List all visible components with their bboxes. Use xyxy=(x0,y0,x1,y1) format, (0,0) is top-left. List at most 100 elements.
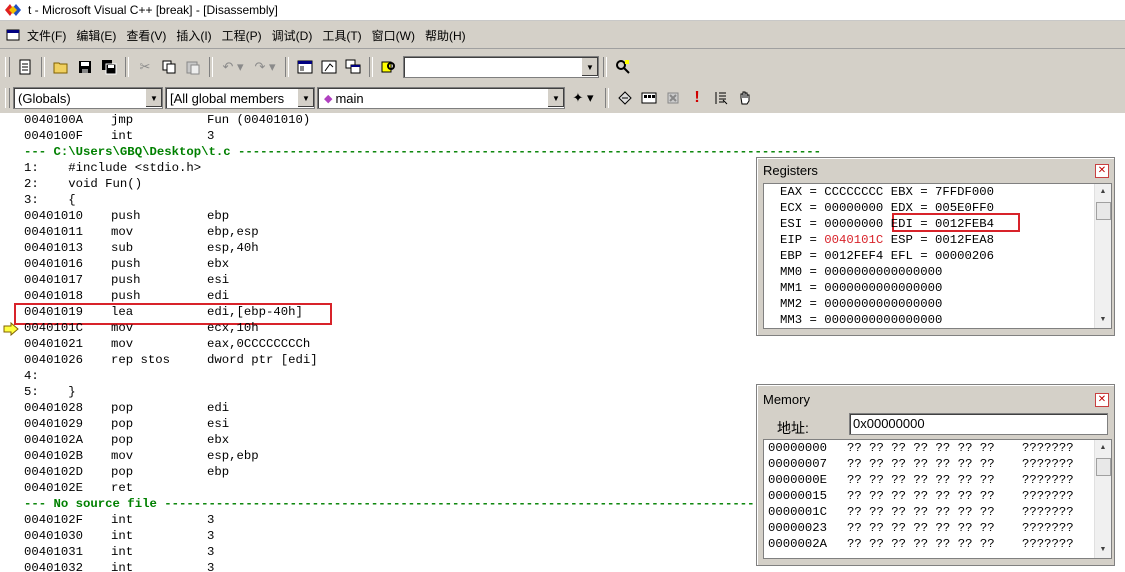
filter-combo[interactable]: [All global members ▼ xyxy=(165,87,315,109)
register-edi: EDI = 0012FEB4 xyxy=(890,217,995,231)
workspace-icon[interactable] xyxy=(295,57,315,77)
asm-mnemonic: pop xyxy=(111,465,134,479)
memory-ascii: ??????? xyxy=(1022,473,1074,487)
register-row: MM0 = 0000000000000000 xyxy=(780,264,942,280)
undo-icon[interactable]: ↶ ▾ xyxy=(219,57,247,77)
register-text: MM2 = 0000000000000000 xyxy=(780,297,943,311)
build-icon[interactable] xyxy=(639,88,659,108)
find-in-files-icon[interactable] xyxy=(379,57,399,77)
members-combo[interactable]: ◆ main ▼ xyxy=(317,87,565,109)
asm-operands: 3 xyxy=(207,513,215,527)
memory-ascii: ??????? xyxy=(1022,457,1074,471)
register-row: MM3 = 0000000000000000 xyxy=(780,312,942,328)
address-input[interactable]: 0x00000000 xyxy=(849,413,1108,435)
current-instruction-arrow-icon xyxy=(3,321,19,337)
register-text: ECX = 00000000 EDX = 005E0FF0 xyxy=(780,201,995,215)
menu-insert[interactable]: 插入(I) xyxy=(171,25,216,46)
stop-build-icon[interactable] xyxy=(663,88,683,108)
register-row: MM2 = 0000000000000000 xyxy=(780,296,942,312)
asm-address: 00401017 xyxy=(24,273,84,287)
scroll-down-icon[interactable]: ▼ xyxy=(1095,542,1111,558)
register-row: EBP = 0012FEF4 EFL = 00000206 xyxy=(780,248,994,264)
window-title: t - Microsoft Visual C++ [break] - [Disa… xyxy=(28,3,278,17)
save-all-icon[interactable] xyxy=(99,57,119,77)
toolbar-grip[interactable] xyxy=(5,57,10,77)
toolbar-grip[interactable] xyxy=(5,88,10,108)
memory-window[interactable]: Memory ✕ 地址: 0x00000000 ▲ ▼ 00000000 ?? ?… xyxy=(756,384,1115,566)
chevron-down-icon[interactable]: ▼ xyxy=(581,58,598,76)
new-file-icon[interactable] xyxy=(15,57,35,77)
menu-tools[interactable]: 工具(T) xyxy=(317,25,366,46)
open-folder-icon[interactable] xyxy=(51,57,71,77)
wizard-toolbar: (Globals) ▼ [All global members ▼ ◆ main… xyxy=(0,83,1125,114)
memory-bytes: ?? ?? ?? ?? ?? ?? ?? xyxy=(847,441,995,455)
separator xyxy=(605,88,609,108)
asm-address: 00401029 xyxy=(24,417,84,431)
memory-address: 0000001C xyxy=(768,505,828,519)
close-icon[interactable]: ✕ xyxy=(1095,164,1109,178)
memory-address: 0000002A xyxy=(768,537,828,551)
app-logo-icon xyxy=(4,3,22,17)
chevron-down-icon[interactable]: ▼ xyxy=(145,89,162,107)
compile-icon[interactable] xyxy=(615,88,635,108)
memory-body: ▲ ▼ 00000000 ?? ?? ?? ?? ?? ?? ????????? 0… xyxy=(763,439,1112,559)
find-combo[interactable]: ▼ xyxy=(403,56,599,78)
memory-ascii: ??????? xyxy=(1022,505,1074,519)
asm-operands: ebx xyxy=(207,257,230,271)
registers-scrollbar[interactable]: ▲ ▼ xyxy=(1094,184,1111,328)
title-bar: t - Microsoft Visual C++ [break] - [Disa… xyxy=(0,0,1125,21)
breakpoint-hand-icon[interactable] xyxy=(735,88,755,108)
menu-help[interactable]: 帮助(H) xyxy=(420,25,471,46)
memory-scrollbar[interactable]: ▲ ▼ xyxy=(1094,440,1111,558)
menu-window[interactable]: 窗口(W) xyxy=(367,25,420,46)
copy-icon[interactable] xyxy=(159,57,179,77)
register-text: EIP = xyxy=(780,233,825,247)
execute-icon[interactable]: ! xyxy=(687,88,707,108)
menu-file[interactable]: 文件(F) xyxy=(22,25,71,46)
registers-body: ▲ ▼ EAX = CCCCCCCC EBX = 7FFDF000 ECX = 0… xyxy=(763,183,1112,329)
cut-icon[interactable]: ✂ xyxy=(135,57,155,77)
paste-icon[interactable] xyxy=(183,57,203,77)
register-text: EAX = CCCCCCCC EBX = 7FFDF000 xyxy=(780,185,995,199)
registers-window[interactable]: Registers ✕ ▲ ▼ EAX = CCCCCCCC EBX = 7FF… xyxy=(756,157,1115,336)
output-icon[interactable] xyxy=(319,57,339,77)
class-combo[interactable]: (Globals) ▼ xyxy=(13,87,163,109)
scroll-down-icon[interactable]: ▼ xyxy=(1095,312,1111,328)
scroll-thumb[interactable] xyxy=(1096,202,1111,220)
redo-icon[interactable]: ↷ ▾ xyxy=(251,57,279,77)
scroll-up-icon[interactable]: ▲ xyxy=(1095,184,1111,200)
asm-operands: 3 xyxy=(207,529,215,543)
menu-view[interactable]: 查看(V) xyxy=(121,25,171,46)
asm-address: 00401013 xyxy=(24,241,84,255)
asm-address: 00401021 xyxy=(24,337,84,351)
function-diamond-icon: ◆ xyxy=(324,92,333,105)
asm-address: 00401018 xyxy=(24,289,84,303)
memory-ascii: ??????? xyxy=(1022,521,1074,535)
asm-operands: edi,[ebp-40h] xyxy=(207,305,303,319)
mdi-child-icon[interactable] xyxy=(6,25,20,45)
wizard-wand-icon[interactable]: ✦ ▾ xyxy=(567,88,599,108)
chevron-down-icon[interactable]: ▼ xyxy=(297,89,314,107)
source-line: 3: { xyxy=(24,193,76,207)
menu-edit[interactable]: 编辑(E) xyxy=(71,25,121,46)
window-list-icon[interactable] xyxy=(343,57,363,77)
menu-project[interactable]: 工程(P) xyxy=(217,25,267,46)
save-icon[interactable] xyxy=(75,57,95,77)
scroll-thumb[interactable] xyxy=(1096,458,1111,476)
close-icon[interactable]: ✕ xyxy=(1095,393,1109,407)
find-icon[interactable] xyxy=(613,57,633,77)
registers-title: Registers ✕ xyxy=(757,161,1114,181)
asm-operands: ebp xyxy=(207,209,230,223)
go-icon[interactable] xyxy=(711,88,731,108)
scroll-up-icon[interactable]: ▲ xyxy=(1095,440,1111,456)
memory-bytes: ?? ?? ?? ?? ?? ?? ?? xyxy=(847,505,995,519)
menu-debug[interactable]: 调试(D) xyxy=(267,25,318,46)
memory-bytes: ?? ?? ?? ?? ?? ?? ?? xyxy=(847,457,995,471)
register-text: ESI = 00000000 xyxy=(780,217,891,231)
chevron-down-icon[interactable]: ▼ xyxy=(547,89,564,107)
asm-operands: eax,0CCCCCCCCh xyxy=(207,337,311,351)
asm-mnemonic: mov xyxy=(111,449,134,463)
asm-mnemonic: push xyxy=(111,257,141,271)
asm-mnemonic: ret xyxy=(111,481,134,495)
memory-address: 00000015 xyxy=(768,489,828,503)
